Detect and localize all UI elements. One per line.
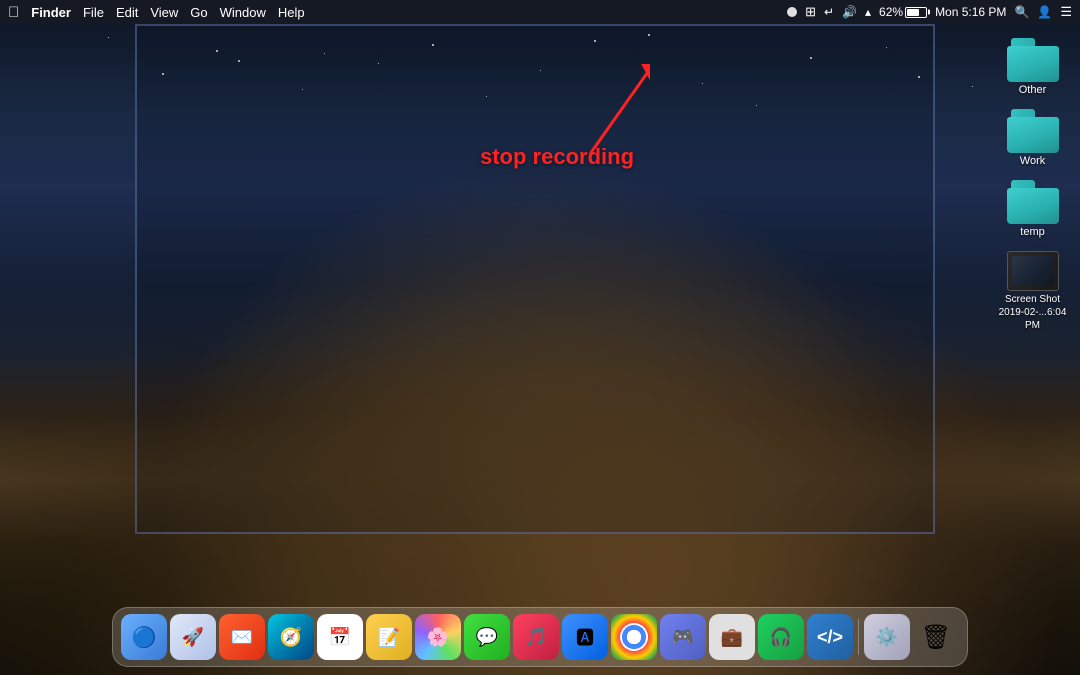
clock: Mon 5:16 PM — [935, 5, 1006, 19]
file-menu[interactable]: File — [83, 5, 104, 20]
user-icon[interactable]: 👤 — [1037, 5, 1052, 19]
other-folder-icon — [1007, 38, 1059, 82]
desktop: stop recording Other Work temp — [0, 24, 1080, 675]
spotlight-icon[interactable]: 🔍 — [1014, 5, 1029, 19]
battery-indicator: 62% — [879, 5, 927, 19]
temp-folder-icon — [1007, 180, 1059, 224]
desktop-icon-temp[interactable]: temp — [990, 176, 1075, 242]
temp-folder-label: temp — [1020, 226, 1044, 238]
dock-spotify[interactable]: 🎧 — [758, 614, 804, 660]
dock-system-prefs[interactable]: ⚙️ — [864, 614, 910, 660]
screenshot-file-icon — [1007, 251, 1059, 291]
view-menu[interactable]: View — [150, 5, 178, 20]
dock-finder[interactable]: 🔵 — [121, 614, 167, 660]
dock-discord[interactable]: 🎮 — [660, 614, 706, 660]
dock-direct[interactable]: ✉️ — [219, 614, 265, 660]
apple-menu[interactable]:  — [8, 4, 19, 21]
wifi-icon[interactable]: ▴ — [865, 5, 871, 19]
other-folder-label: Other — [1019, 84, 1047, 96]
work-folder-icon — [1007, 109, 1059, 153]
dock-launchpad[interactable]: 🚀 — [170, 614, 216, 660]
control-center-icon[interactable]: ☰ — [1060, 4, 1072, 20]
desktop-icon-screenshot[interactable]: Screen Shot2019-02-...6:04 PM — [990, 247, 1075, 336]
screenshot-file-label: Screen Shot2019-02-...6:04 PM — [994, 293, 1071, 332]
dock-safari[interactable]: 🧭 — [268, 614, 314, 660]
dock-messages[interactable]: 💬 — [464, 614, 510, 660]
desktop-icon-other[interactable]: Other — [990, 34, 1075, 100]
battery-icon — [905, 7, 927, 18]
screen-recording-icon[interactable]: ⊞ — [805, 4, 816, 20]
dock-separator — [858, 619, 859, 655]
dock-music[interactable]: 🎵 — [513, 614, 559, 660]
recording-stop-button[interactable] — [787, 7, 797, 17]
dock-appstore[interactable]: 🅰 — [562, 614, 608, 660]
menubar:  Finder File Edit View Go Window Help ⊞… — [0, 0, 1080, 24]
volume-icon[interactable]: 🔊 — [842, 5, 857, 19]
dock-calendar[interactable]: 📅 — [317, 614, 363, 660]
dock-photos[interactable]: 🌸 — [415, 614, 461, 660]
dock-trash[interactable]: 🗑 — [913, 614, 959, 660]
menubar-left:  Finder File Edit View Go Window Help — [8, 4, 305, 21]
dock-chrome[interactable] — [611, 614, 657, 660]
desktop-icons: Other Work temp Screen Shot2019-02-...6:… — [985, 24, 1080, 336]
finder-menu[interactable]: Finder — [31, 5, 71, 20]
bluetooth-icon[interactable]: ↵ — [824, 5, 834, 19]
dock-notes[interactable]: 📝 — [366, 614, 412, 660]
edit-menu[interactable]: Edit — [116, 5, 138, 20]
go-menu[interactable]: Go — [190, 5, 207, 20]
dock-slack[interactable]: 💼 — [709, 614, 755, 660]
dock: 🔵 🚀 ✉️ 🧭 📅 📝 🌸 💬 🎵 — [112, 607, 968, 667]
menubar-right: ⊞ ↵ 🔊 ▴ 62% Mon 5:16 PM 🔍 👤 ☰ — [787, 4, 1072, 20]
window-menu[interactable]: Window — [220, 5, 266, 20]
dock-vscode[interactable]: </> — [807, 614, 853, 660]
work-folder-label: Work — [1020, 155, 1045, 167]
help-menu[interactable]: Help — [278, 5, 305, 20]
recording-region — [135, 24, 935, 534]
desktop-icon-work[interactable]: Work — [990, 105, 1075, 171]
battery-pct: 62% — [879, 5, 903, 19]
